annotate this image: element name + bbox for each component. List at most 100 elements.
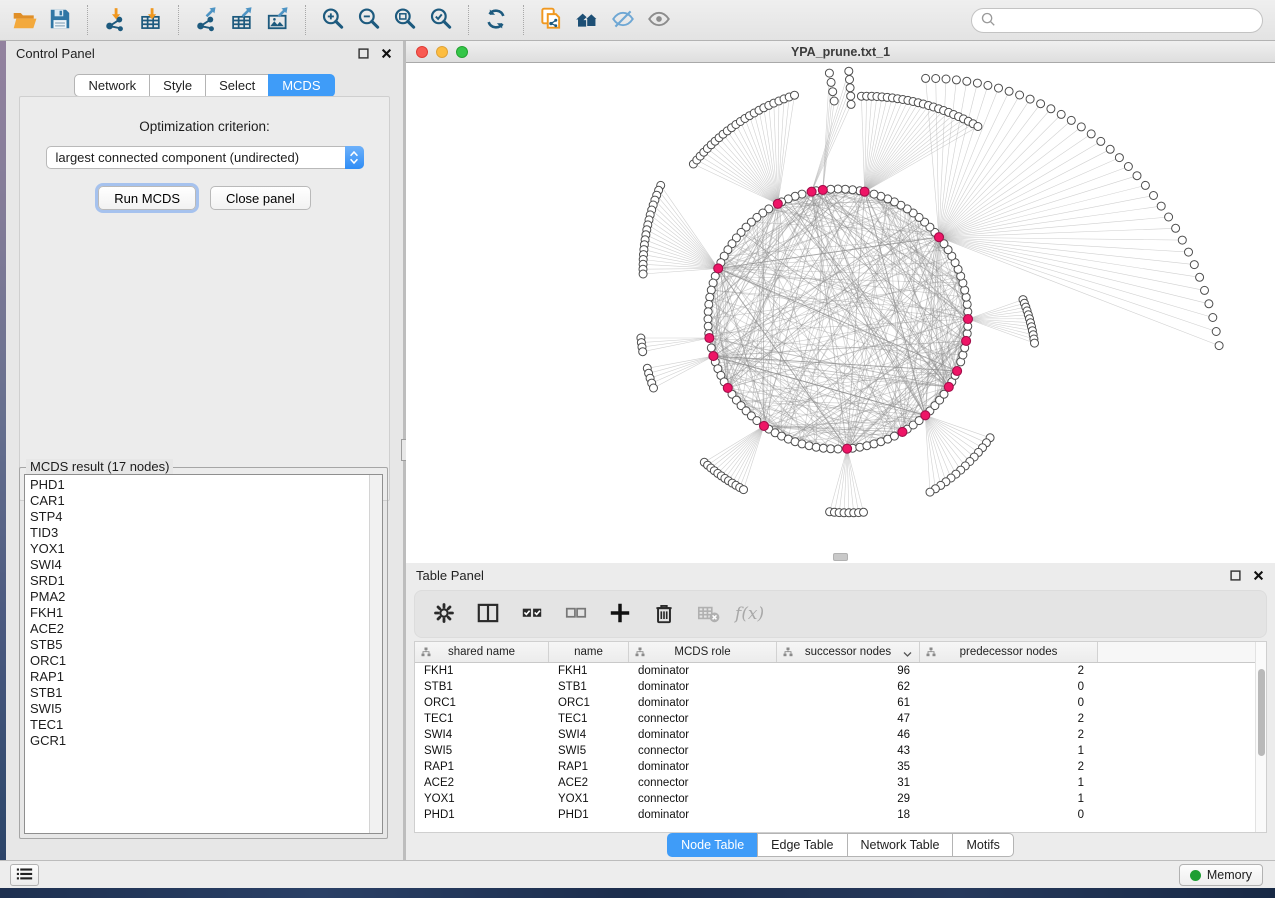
mcds-result-item[interactable]: TID3: [30, 525, 368, 541]
mcds-result-item[interactable]: PHD1: [30, 477, 368, 493]
network-graph[interactable]: .e{stroke:#8f8f8f;stroke-opacity:.42;str…: [406, 63, 1275, 563]
save-session-button[interactable]: [42, 2, 78, 38]
hide-selected-button[interactable]: [605, 2, 641, 38]
export-network-button[interactable]: [188, 2, 224, 38]
table-row[interactable]: YOX1YOX1connector291: [415, 791, 1255, 807]
svg-text:f(x): f(x): [734, 602, 764, 622]
table-row[interactable]: SWI5SWI5connector431: [415, 743, 1255, 759]
network-canvas[interactable]: .e{stroke:#8f8f8f;stroke-opacity:.42;str…: [406, 63, 1275, 563]
apply-layout-button[interactable]: [478, 2, 514, 38]
add-column-button[interactable]: [603, 597, 637, 631]
column-header-shared-name[interactable]: shared name: [415, 642, 549, 662]
tab-mcds[interactable]: MCDS: [268, 74, 334, 97]
table-row[interactable]: FKH1FKH1dominator962: [415, 663, 1255, 679]
dropdown-stepper-icon: [345, 146, 364, 169]
mcds-result-item[interactable]: SWI4: [30, 557, 368, 573]
toolbar-buttons: [6, 2, 677, 38]
table-row[interactable]: RAP1RAP1dominator352: [415, 759, 1255, 775]
copy-network-button[interactable]: [533, 2, 569, 38]
mcds-result-item[interactable]: ORC1: [30, 653, 368, 669]
table-row[interactable]: SWI4SWI4dominator462: [415, 727, 1255, 743]
toolbar-separator: [468, 5, 469, 35]
tab-motifs[interactable]: Motifs: [952, 833, 1013, 857]
table-scrollbar-thumb[interactable]: [1258, 669, 1265, 756]
mcds-result-item[interactable]: ACE2: [30, 621, 368, 637]
tab-edge-table[interactable]: Edge Table: [757, 833, 847, 857]
cytoscape-app: Control Panel NetworkStyleSelectMCDS Opt…: [0, 0, 1275, 898]
open-file-button[interactable]: [6, 2, 42, 38]
mcds-result-item[interactable]: STB5: [30, 637, 368, 653]
settings-icon: [431, 600, 457, 629]
table-cell: PHD1: [549, 807, 629, 823]
show-all-button[interactable]: [641, 2, 677, 38]
delete-columns-icon: [651, 600, 677, 629]
table-cell: 47: [777, 711, 920, 727]
column-type-icon: [635, 647, 645, 660]
delete-columns-button[interactable]: [647, 597, 681, 631]
table-panel-header: Table Panel: [406, 563, 1275, 587]
float-panel-icon[interactable]: [356, 46, 370, 60]
import-network-button[interactable]: [97, 2, 133, 38]
mcds-result-item[interactable]: STB1: [30, 685, 368, 701]
zoom-in-button[interactable]: [315, 2, 351, 38]
criterion-dropdown[interactable]: largest connected component (undirected): [46, 146, 364, 169]
table-cell: 43: [777, 743, 920, 759]
table-cell: dominator: [629, 807, 777, 823]
tab-style[interactable]: Style: [149, 74, 206, 97]
table-row[interactable]: ORC1ORC1dominator610: [415, 695, 1255, 711]
mcds-result-item[interactable]: STP4: [30, 509, 368, 525]
zoom-selected-button[interactable]: [423, 2, 459, 38]
tab-network[interactable]: Network: [74, 74, 150, 97]
mcds-result-item[interactable]: CAR1: [30, 493, 368, 509]
table-cell: TEC1: [415, 711, 549, 727]
zoom-fit-button[interactable]: [387, 2, 423, 38]
table-row[interactable]: ACE2ACE2connector311: [415, 775, 1255, 791]
table-row[interactable]: STB1STB1dominator620: [415, 679, 1255, 695]
panels-list-button[interactable]: [10, 864, 39, 886]
column-header-name[interactable]: name: [549, 642, 629, 662]
split-view-button[interactable]: [471, 597, 505, 631]
first-neighbors-button[interactable]: [569, 2, 605, 38]
select-all-button[interactable]: [515, 597, 549, 631]
float-table-panel-icon[interactable]: [1228, 568, 1242, 582]
table-row[interactable]: PHD1PHD1dominator180: [415, 807, 1255, 823]
table-scrollbar[interactable]: [1255, 642, 1266, 832]
mcds-result-item[interactable]: TEC1: [30, 717, 368, 733]
run-mcds-button[interactable]: Run MCDS: [98, 186, 196, 210]
mcds-result-item[interactable]: SWI5: [30, 701, 368, 717]
table-row[interactable]: TEC1TEC1connector472: [415, 711, 1255, 727]
mcds-result-item[interactable]: RAP1: [30, 669, 368, 685]
export-table-button[interactable]: [224, 2, 260, 38]
mcds-result-item[interactable]: YOX1: [30, 541, 368, 557]
search-input[interactable]: [1001, 14, 1262, 28]
network-table-splitter-handle[interactable]: [833, 553, 848, 561]
settings-button[interactable]: [427, 597, 461, 631]
deselect-all-button[interactable]: [559, 597, 593, 631]
tab-network-table[interactable]: Network Table: [847, 833, 954, 857]
close-panel-icon[interactable]: [379, 46, 393, 60]
desktop-background-bottom: [0, 888, 1275, 898]
control-panel: Control Panel NetworkStyleSelectMCDS Opt…: [6, 41, 403, 860]
mcds-result-item[interactable]: PMA2: [30, 589, 368, 605]
zoom-out-button[interactable]: [351, 2, 387, 38]
export-image-button[interactable]: [260, 2, 296, 38]
column-header-successor-nodes[interactable]: successor nodes: [777, 642, 920, 662]
table-cell: connector: [629, 743, 777, 759]
column-header-predecessor-nodes[interactable]: predecessor nodes: [920, 642, 1098, 662]
table-cell: 0: [920, 679, 1098, 695]
mcds-result-item[interactable]: GCR1: [30, 733, 368, 749]
column-header-MCDS-role[interactable]: MCDS role: [629, 642, 777, 662]
memory-status-icon: [1190, 870, 1201, 881]
mcds-result-item[interactable]: SRD1: [30, 573, 368, 589]
table-cell: ORC1: [549, 695, 629, 711]
mcds-result-item[interactable]: FKH1: [30, 605, 368, 621]
close-table-panel-icon[interactable]: [1251, 568, 1265, 582]
show-all-icon: [646, 6, 672, 35]
close-panel-button[interactable]: Close panel: [210, 186, 311, 210]
import-table-button[interactable]: [133, 2, 169, 38]
optimization-criterion-label: Optimization criterion:: [20, 119, 389, 134]
tab-node-table[interactable]: Node Table: [667, 833, 758, 857]
memory-button[interactable]: Memory: [1179, 864, 1263, 886]
result-scrollbar[interactable]: [369, 475, 382, 833]
tab-select[interactable]: Select: [205, 74, 269, 97]
